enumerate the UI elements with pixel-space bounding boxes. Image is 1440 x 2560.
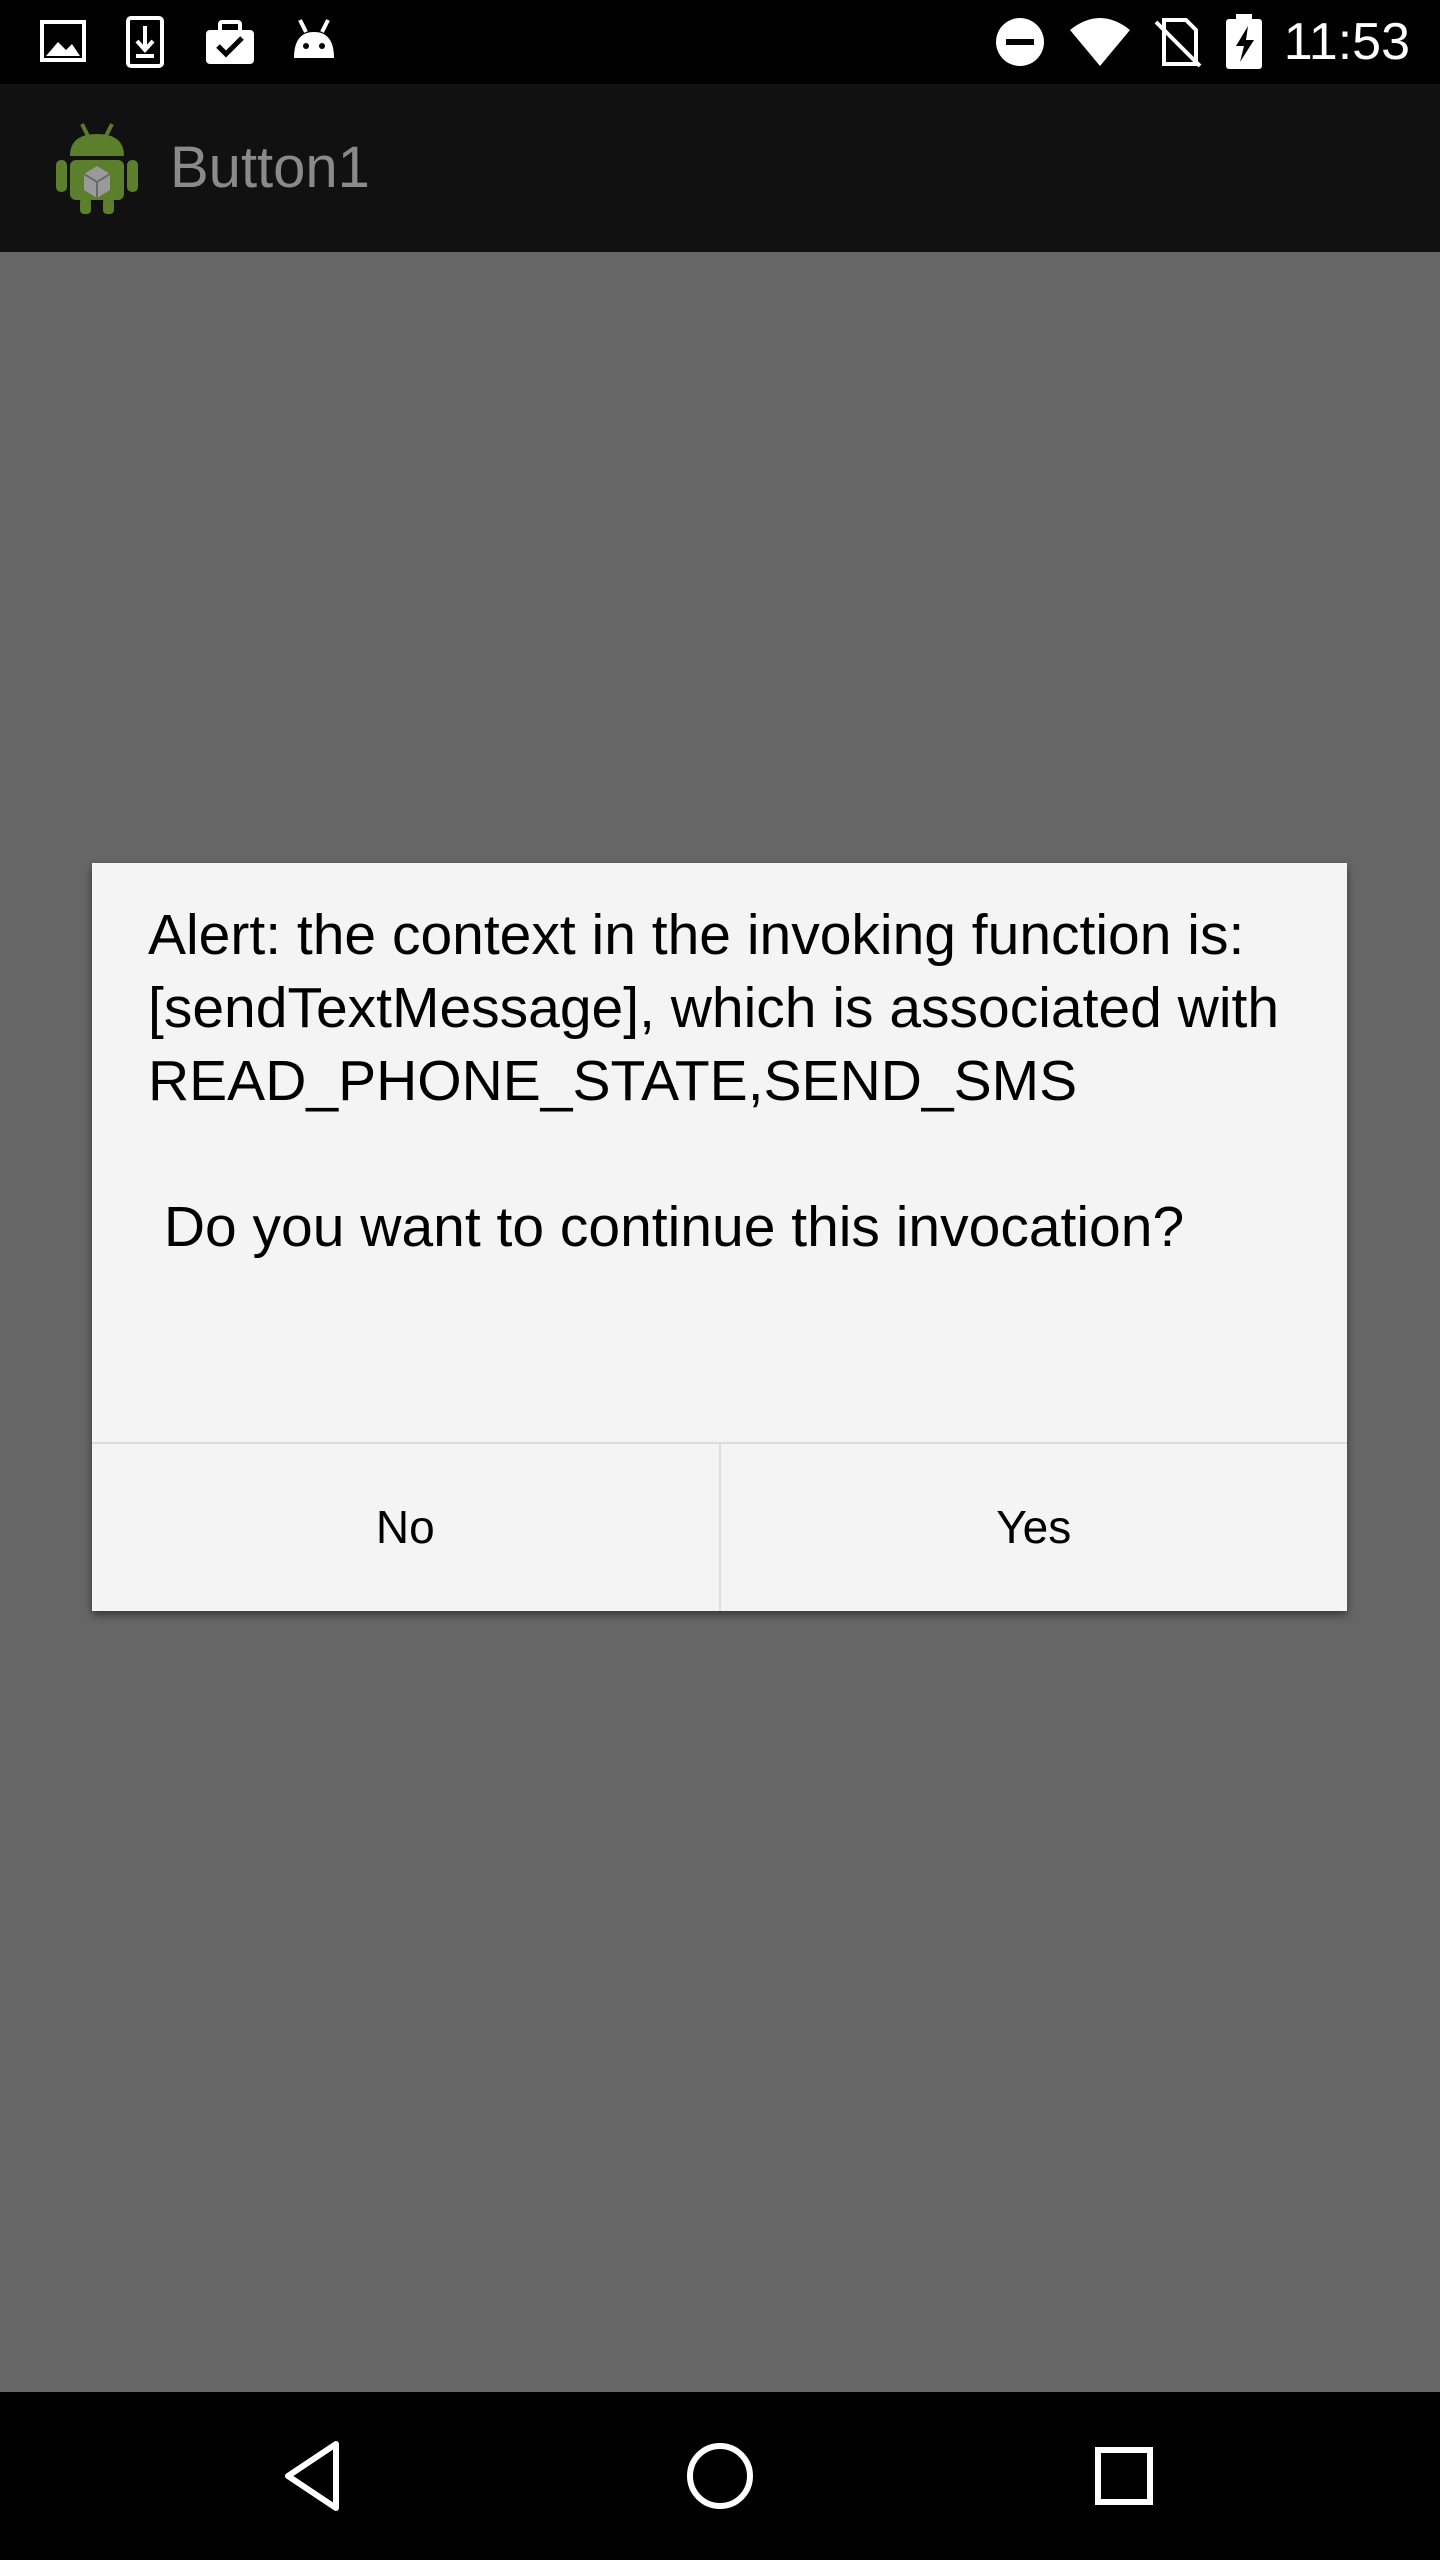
recents-icon[interactable]	[1084, 2436, 1164, 2516]
wifi-icon	[1070, 18, 1130, 66]
yes-button[interactable]: Yes	[718, 1444, 1347, 1611]
dialog-message: Alert: the context in the invoking funct…	[148, 903, 1280, 1259]
alert-dialog: Alert: the context in the invoking funct…	[92, 863, 1347, 1611]
no-sim-icon	[1154, 18, 1202, 68]
home-icon[interactable]	[680, 2436, 760, 2516]
app-title: Button1	[170, 135, 370, 200]
no-button[interactable]: No	[92, 1444, 719, 1611]
download-icon	[126, 16, 164, 68]
do-not-disturb-icon	[996, 18, 1044, 66]
android-robot-icon	[56, 123, 138, 214]
navigation-bar	[0, 2392, 1440, 2560]
dialog-button-bar: No Yes	[92, 1442, 1347, 1613]
battery-charging-icon	[1226, 14, 1262, 69]
back-icon[interactable]	[276, 2436, 356, 2516]
action-bar: Button1	[0, 84, 1440, 252]
status-time: 11:53	[1283, 13, 1410, 71]
android-debug-icon	[294, 19, 334, 58]
image-icon	[40, 20, 86, 62]
status-bar: 11:53	[0, 0, 1440, 84]
briefcase-check-icon	[206, 20, 254, 64]
